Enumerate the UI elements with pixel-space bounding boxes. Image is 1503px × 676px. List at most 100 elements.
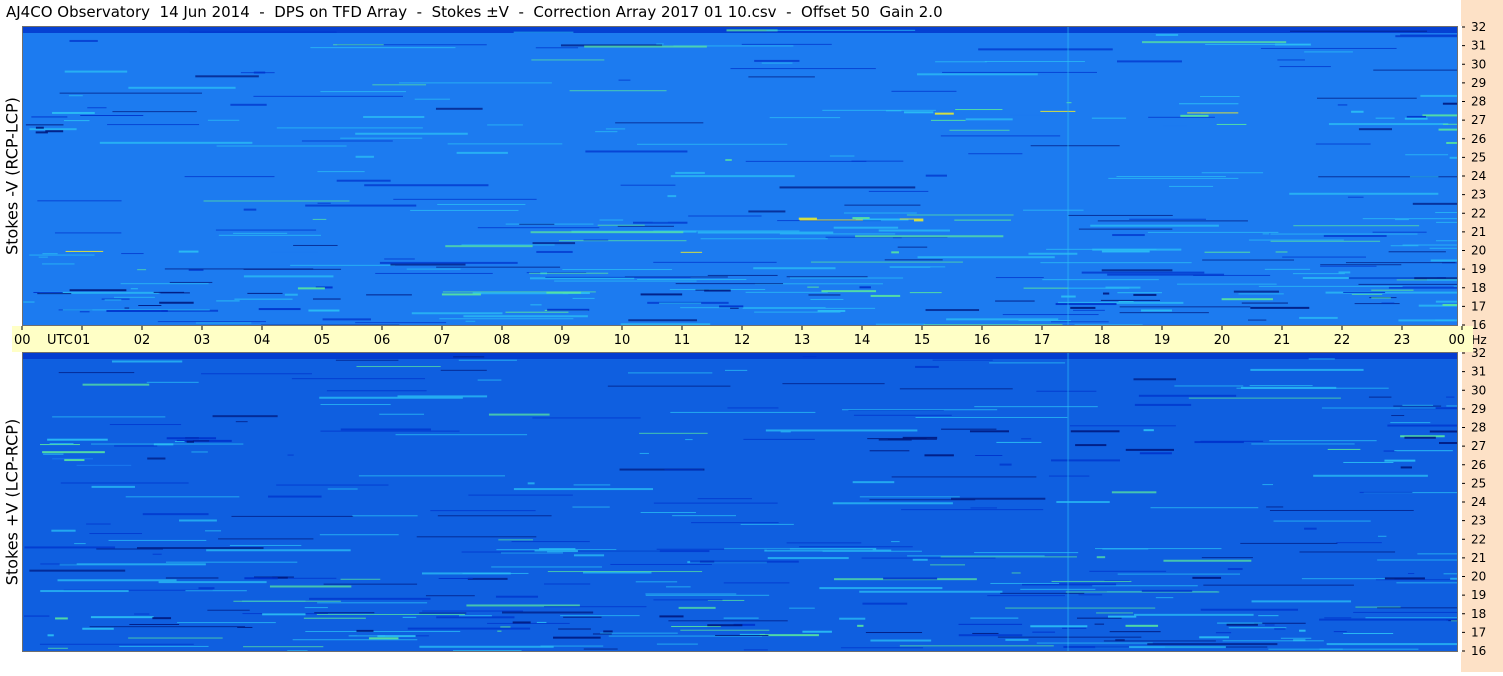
bottom-streak <box>128 638 223 639</box>
top-streak <box>412 312 503 314</box>
mhz-tick-label: 24 <box>1471 169 1486 183</box>
top-feature-4 <box>179 251 199 253</box>
top-streak <box>531 231 684 233</box>
bottom-streak <box>1156 597 1173 598</box>
bottom-streak <box>359 475 505 476</box>
mhz-tick-label: 32 <box>1471 20 1486 34</box>
mhz-tick-label: 31 <box>1471 39 1486 53</box>
top-feature-1 <box>1179 103 1238 104</box>
top-feature-0 <box>80 115 143 116</box>
bottom-feature-2 <box>1140 452 1172 454</box>
bottom-feature-5 <box>1258 615 1278 616</box>
mhz-tick-label: 28 <box>1471 95 1486 109</box>
top-streak <box>790 278 903 279</box>
bottom-feature-5 <box>1110 631 1161 632</box>
top-feature-5 <box>1443 304 1458 306</box>
top-streak <box>39 257 48 258</box>
top-streak <box>844 213 917 214</box>
top-streak <box>1381 303 1394 304</box>
top-streak <box>942 72 1097 73</box>
bottom-streak <box>179 519 217 521</box>
bottom-streak <box>724 582 790 583</box>
top-streak <box>69 95 83 96</box>
mhz-tick-label: 17 <box>1471 299 1486 313</box>
top-streak <box>885 259 943 260</box>
bottom-streak <box>743 439 814 440</box>
top-feature-5 <box>1250 307 1309 309</box>
top-streak <box>675 172 705 174</box>
bottom-streak <box>408 628 530 630</box>
top-streak <box>375 273 493 274</box>
bottom-feature-5 <box>369 637 399 639</box>
bottom-feature-0 <box>42 451 105 453</box>
top-feature-5 <box>719 305 743 307</box>
top-streak <box>65 71 127 73</box>
bottom-streak <box>276 485 388 486</box>
bottom-streak <box>803 356 817 357</box>
bottom-feature-0 <box>77 465 132 466</box>
top-feature-5 <box>659 303 701 304</box>
bottom-streak <box>528 482 535 484</box>
top-streak <box>337 180 391 182</box>
top-streak <box>1373 232 1427 233</box>
top-streak <box>1290 31 1427 32</box>
bottom-streak <box>653 599 722 600</box>
bottom-streak <box>1250 385 1313 386</box>
top-feature-5 <box>547 309 589 311</box>
top-streak <box>1373 70 1458 71</box>
top-streak <box>1129 219 1206 220</box>
mhz-tick-label: 23 <box>1471 514 1486 528</box>
top-streak <box>766 30 915 31</box>
bottom-feature-3 <box>1430 431 1458 433</box>
bottom-streak <box>1391 415 1404 416</box>
bottom-streak <box>572 507 609 508</box>
bottom-feature-4 <box>244 577 277 579</box>
bottom-streak <box>574 484 611 485</box>
bottom-streak <box>207 610 249 611</box>
bottom-feature-0 <box>40 444 80 445</box>
bottom-feature-5 <box>970 618 1018 619</box>
bottom-streak <box>1203 585 1354 586</box>
bottom-feature-0 <box>47 439 108 441</box>
mhz-tick-label: 30 <box>1471 383 1486 397</box>
top-streak <box>436 267 560 268</box>
top-streak <box>1282 257 1366 258</box>
top-feature-1 <box>986 125 999 126</box>
utc-label: UTC <box>47 333 73 348</box>
top-streak <box>743 308 875 309</box>
top-streak <box>233 233 287 234</box>
bottom-streak <box>231 516 353 517</box>
bottom-feature-4 <box>1192 577 1221 579</box>
bottom-streak <box>690 561 799 563</box>
top-feature-4 <box>681 252 702 253</box>
top-streak <box>949 130 1009 131</box>
bottom-streak <box>860 496 960 497</box>
bottom-streak <box>512 541 590 542</box>
top-feature-5 <box>910 292 942 293</box>
bottom-streak <box>501 552 563 553</box>
top-streak <box>137 269 146 270</box>
top-streak <box>1289 193 1438 195</box>
bottom-streak <box>544 606 646 607</box>
top-feature-1 <box>931 120 966 121</box>
bottom-streak <box>74 543 86 544</box>
bottom-feature-5 <box>459 615 492 616</box>
top-streak <box>1454 286 1458 287</box>
top-streak <box>445 245 532 247</box>
bottom-streak <box>236 421 248 422</box>
top-streak <box>595 131 617 132</box>
bottom-feature-0 <box>64 459 84 461</box>
top-streak <box>466 321 476 322</box>
bottom-streak <box>1408 573 1414 574</box>
top-streak <box>519 224 554 225</box>
bottom-streak <box>539 548 575 550</box>
top-streak <box>1280 66 1331 67</box>
top-streak <box>1098 220 1248 221</box>
bottom-streak <box>426 595 475 596</box>
top-feature-2 <box>1443 103 1458 105</box>
bottom-streak <box>324 584 417 585</box>
bottom-streak <box>356 366 440 367</box>
bottom-streak <box>1387 425 1458 427</box>
bottom-feature-2 <box>996 442 1041 443</box>
mhz-tick-label: 27 <box>1471 439 1486 453</box>
